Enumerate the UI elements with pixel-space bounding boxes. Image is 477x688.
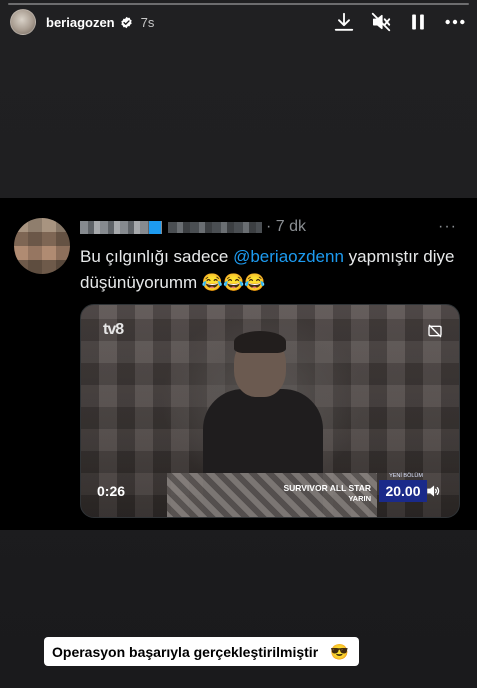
avatar[interactable] <box>10 9 36 35</box>
story-header: beriagozen 7s <box>0 6 477 38</box>
download-icon[interactable] <box>332 10 356 34</box>
tweet-avatar-blurred <box>14 218 70 274</box>
username[interactable]: beriagozen <box>46 15 115 30</box>
tweet-mention: @beriaozdenn <box>233 247 344 266</box>
tweet-text: Bu çılgınlığı sadece @beriaozdenn yapmış… <box>80 244 465 296</box>
caption-text: Operasyon başarıyla gerçekleştirilmiştir <box>52 643 319 660</box>
tweet-text-before: Bu çılgınlığı sadece <box>80 247 234 266</box>
video-person-hair <box>234 331 286 353</box>
story-caption: Operasyon başarıyla gerçekleştirilmiştir… <box>44 637 359 666</box>
pause-icon[interactable] <box>406 10 430 34</box>
video-volume-icon[interactable] <box>425 483 441 499</box>
tweet-more-icon: ··· <box>438 218 457 235</box>
promo-label: YENİ BÖLÜM <box>389 473 423 479</box>
video-duration: 0:26 <box>97 483 126 499</box>
tweet-handle-blurred <box>168 222 262 233</box>
tweet-video: tv8 0:26 YENİ BÖLÜM SURVIVOR ALL STAR YA… <box>80 304 460 518</box>
story-viewer: beriagozen 7s · 7 dk ··· Bu çılgınlığı s… <box>0 0 477 688</box>
tweet-screenshot: · 7 dk ··· Bu çılgınlığı sadece @beriaoz… <box>0 198 477 530</box>
promo-day: YARIN <box>348 494 371 503</box>
story-controls <box>332 10 467 34</box>
caption-emoji: 😎 <box>330 643 349 661</box>
video-promo-banner: YENİ BÖLÜM SURVIVOR ALL STAR YARIN 20.00 <box>283 473 427 505</box>
verified-badge-icon <box>120 16 132 28</box>
story-progress-bar <box>8 3 469 5</box>
promo-title: SURVIVOR ALL STAR <box>283 483 371 493</box>
channel-logo: tv8 <box>103 321 124 338</box>
speaker-muted-icon[interactable] <box>369 10 393 34</box>
tweet-time: · 7 dk <box>266 218 307 235</box>
tweet-verified-badge-blurred <box>149 221 161 234</box>
more-horizontal-icon[interactable] <box>443 10 467 34</box>
promo-time: 20.00 <box>379 480 427 502</box>
story-time: 7s <box>140 14 155 30</box>
no-captions-icon <box>428 324 442 338</box>
